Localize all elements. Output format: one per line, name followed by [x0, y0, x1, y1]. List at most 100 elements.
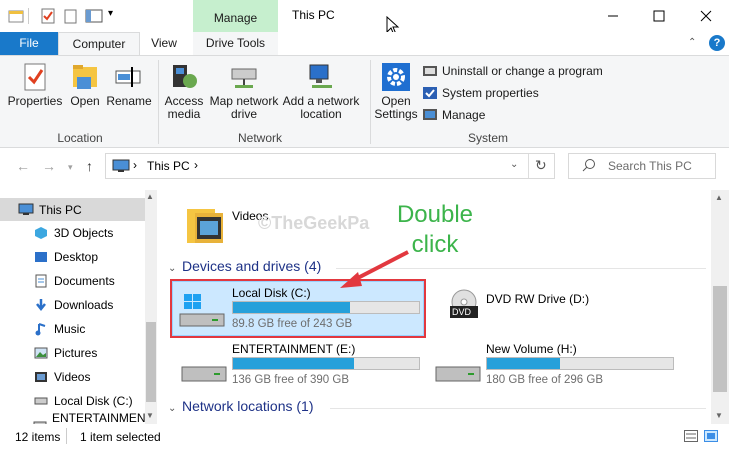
desktop-icon [33, 249, 49, 265]
sidebar-item-videos[interactable]: Videos [0, 365, 145, 388]
sidebar-item-downloads[interactable]: Downloads [0, 293, 145, 316]
breadcrumb-chevron-icon[interactable]: › [133, 158, 137, 172]
scroll-up-chevron-icon[interactable]: ▲ [146, 192, 154, 201]
sidebar-item-local-disk[interactable]: Local Disk (C:) [0, 389, 145, 412]
explorer-icon [8, 8, 24, 24]
sidebar-item-label: ENTERTAINMENT (E:) [52, 410, 153, 425]
access-media-icon [173, 65, 197, 88]
drive-usage-bar-h [486, 357, 674, 370]
map-network-drive-button[interactable]: Map network drive [207, 63, 281, 121]
open-settings-button[interactable]: Open Settings [374, 63, 418, 121]
nav-scrollbar-thumb[interactable] [146, 322, 156, 402]
collapse-group-chevron-icon[interactable]: ⌄ [168, 263, 176, 274]
manage-icon [423, 109, 437, 120]
rename-button[interactable]: Rename [106, 63, 152, 108]
window-title: This PC [292, 8, 335, 22]
scroll-up-chevron-icon[interactable]: ▲ [715, 193, 723, 202]
sidebar-item-3d-objects[interactable]: 3D Objects [0, 221, 145, 244]
manage-button[interactable]: Manage [422, 107, 485, 123]
breadcrumb-this-pc[interactable]: This PC [147, 159, 190, 173]
navigation-pane: This PC 3D Objects Desktop Documents Dow… [0, 190, 157, 424]
group-location-label: Location [57, 131, 103, 145]
video-icon [33, 369, 49, 385]
drive-usage-fill-e [233, 358, 354, 369]
properties-label: Properties [7, 94, 63, 108]
tab-drive-tools[interactable]: Drive Tools [193, 32, 278, 56]
videos-folder[interactable] [185, 203, 227, 250]
new-folder-qa-icon[interactable] [63, 8, 79, 24]
sidebar-item-documents[interactable]: Documents [0, 269, 145, 292]
access-media-button[interactable]: Access media [162, 63, 206, 121]
drive-name-e[interactable]: ENTERTAINMENT (E:) [232, 342, 355, 356]
drive-icon[interactable] [180, 359, 228, 390]
computer-icon [112, 159, 130, 176]
add-network-location-button[interactable]: Add a network location [282, 63, 360, 121]
drive-name-h[interactable]: New Volume (H:) [486, 342, 577, 356]
uninstall-label: Uninstall or change a program [442, 64, 603, 78]
map-network-drive-label: Map network drive [209, 94, 279, 121]
properties-button[interactable]: Properties [6, 63, 64, 108]
sidebar-item-label: This PC [39, 202, 82, 217]
sidebar-item-label: Pictures [54, 345, 98, 360]
devices-group-header[interactable]: Devices and drives (4) [182, 258, 321, 274]
picture-icon [33, 345, 49, 361]
scroll-down-chevron-icon[interactable]: ▼ [146, 411, 154, 420]
dvd-badge-label: DVD [452, 307, 472, 317]
music-icon [33, 321, 49, 337]
details-view-icon[interactable] [684, 430, 698, 445]
open-label: Open [70, 94, 100, 108]
double-click-callout: Double click [380, 200, 490, 260]
ribbon-separator [158, 60, 159, 144]
callout-line-1: Double [396, 201, 474, 228]
sidebar-item-desktop[interactable]: Desktop [0, 245, 145, 268]
view-qa-icon[interactable] [85, 8, 103, 24]
collapse-ribbon-chevron-icon[interactable]: ⌃ [688, 37, 696, 48]
close-button[interactable] [683, 0, 729, 32]
scroll-down-chevron-icon[interactable]: ▼ [715, 411, 723, 420]
sidebar-item-label: Downloads [54, 297, 114, 312]
gear-icon [382, 63, 410, 91]
sidebar-item-music[interactable]: Music [0, 317, 145, 340]
sidebar-item-entertainment[interactable]: ENTERTAINMENT (E:) [0, 411, 153, 424]
drive-name-d[interactable]: DVD RW Drive (D:) [486, 292, 589, 306]
system-properties-label: System properties [442, 86, 539, 100]
drive-icon [33, 393, 49, 409]
tab-view[interactable]: View [141, 32, 187, 56]
tab-computer[interactable]: Computer [58, 32, 140, 56]
properties-qa-icon[interactable] [40, 8, 56, 24]
breadcrumb-chevron-icon[interactable]: › [194, 158, 198, 172]
customize-qa-chevron-icon[interactable]: ▾ [108, 8, 113, 19]
refresh-icon[interactable]: ↻ [535, 157, 547, 174]
cube-icon [33, 225, 49, 241]
content-scrollbar-thumb[interactable] [713, 286, 727, 392]
maximize-button[interactable] [636, 0, 682, 32]
up-arrow-icon[interactable]: ↑ [86, 158, 93, 174]
help-icon[interactable]: ? [709, 35, 725, 51]
sidebar-item-label: 3D Objects [54, 225, 114, 240]
sidebar-item-this-pc[interactable]: This PC [0, 198, 145, 221]
check-icon [423, 87, 437, 99]
large-icons-view-icon[interactable] [704, 430, 718, 445]
back-arrow-icon[interactable]: ← [16, 158, 30, 174]
minimize-button[interactable] [590, 0, 636, 32]
recent-chevron-icon[interactable]: ▾ [68, 162, 73, 173]
drive-icon[interactable] [434, 359, 482, 390]
network-location-icon [309, 64, 332, 88]
group-network-label: Network [237, 131, 282, 145]
drive-usage-fill-h [487, 358, 560, 369]
tab-file[interactable]: File [0, 32, 58, 56]
uninstall-button[interactable]: Uninstall or change a program [422, 63, 603, 79]
manage-context-tab[interactable]: Manage [193, 0, 278, 32]
sidebar-item-pictures[interactable]: Pictures [0, 341, 145, 364]
address-dropdown-chevron-icon[interactable]: ⌄ [510, 159, 518, 170]
status-item-count: 12 items [15, 430, 61, 444]
group-system-label: System [467, 131, 508, 145]
forward-arrow-icon[interactable]: → [42, 158, 56, 174]
collapse-group-chevron-icon[interactable]: ⌄ [168, 403, 176, 414]
open-button[interactable]: Open [66, 63, 104, 108]
status-divider [66, 428, 67, 444]
status-selected-count: 1 item selected [80, 430, 161, 444]
document-icon [33, 273, 49, 289]
network-group-header[interactable]: Network locations (1) [182, 398, 314, 414]
system-properties-button[interactable]: System properties [422, 85, 539, 101]
